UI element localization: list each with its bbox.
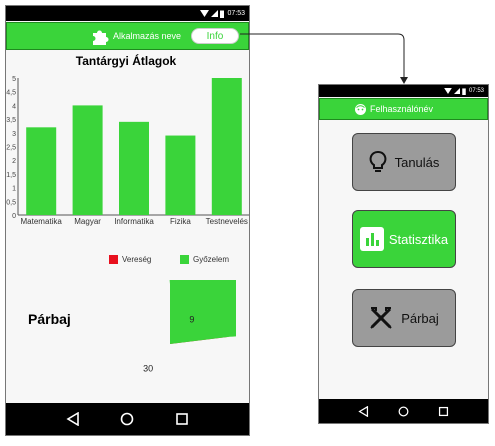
app-title: Alkalmazás neve	[113, 31, 182, 41]
y-tick-label: 4,5	[6, 90, 16, 97]
user-avatar-icon	[355, 104, 366, 115]
x-tick-label: Matematika	[21, 217, 63, 226]
y-tick-label: 2	[12, 158, 16, 165]
info-button[interactable]: Info	[191, 28, 239, 44]
pie-label: 30	[143, 364, 153, 374]
learn-button-label: Tanulás	[394, 154, 440, 170]
navigation-bar	[6, 403, 249, 435]
status-bar: 07:53	[6, 6, 249, 21]
crossed-swords-icon	[370, 307, 392, 329]
status-icons	[200, 10, 225, 18]
bar	[211, 78, 242, 215]
x-tick-label: Fizika	[170, 217, 191, 226]
statistics-button[interactable]: Statisztika	[352, 210, 456, 268]
averages-bar-chart: 0 0,5 1 1,5 2 2,5 3 3,5 4 4,5 5 Matematika Magyar Inf…	[6, 76, 249, 226]
y-tick-label: 0,5	[6, 199, 16, 206]
main-screen: 07:53 Alkalmazás neve Info Tantárgyi Átl…	[5, 5, 250, 436]
legend-win-swatch	[180, 255, 189, 264]
duel-section-title: Párbaj	[28, 311, 71, 327]
signal-icon	[453, 88, 460, 94]
app-bar: Alkalmazás neve Info	[6, 22, 249, 50]
legend-win: Győzelem	[180, 255, 229, 264]
legend-loss: Vereség	[109, 255, 151, 264]
duel-button-label: Párbaj	[401, 310, 439, 326]
y-tick-label: 3,5	[6, 117, 16, 124]
x-tick-label: Testnevelés	[206, 217, 248, 226]
statistics-button-label: Statisztika	[388, 231, 449, 247]
x-tick-label: Magyar	[74, 217, 101, 226]
y-tick-label: 4	[12, 103, 16, 110]
battery-icon	[220, 10, 225, 18]
y-tick-label: 0	[12, 213, 16, 220]
x-tick-label: Informatika	[114, 217, 154, 226]
user-name: Felhasználónév	[370, 104, 434, 114]
recents-icon[interactable]	[438, 406, 449, 417]
pie-slice	[169, 280, 236, 344]
learn-button[interactable]: Tanulás	[352, 133, 456, 191]
menu-status-bar: 07:53	[319, 85, 488, 97]
menu-status-time: 07:53	[468, 88, 484, 94]
bar	[165, 135, 196, 215]
y-tick-label: 1	[12, 186, 16, 193]
wifi-icon	[444, 88, 452, 94]
home-icon[interactable]	[120, 412, 134, 426]
bar	[26, 127, 57, 215]
duel-pie-chart: 9 30	[143, 280, 236, 374]
back-icon[interactable]	[66, 412, 80, 426]
legend-loss-swatch	[109, 255, 118, 264]
duel-button[interactable]: Párbaj	[352, 289, 456, 347]
info-button-label: Info	[206, 30, 224, 42]
y-tick-label: 5	[12, 76, 16, 83]
wifi-icon	[200, 10, 210, 17]
status-time: 07:53	[227, 10, 245, 17]
menu-screen: 07:53 Felhasználónév Tanulás Statisztika	[318, 84, 489, 424]
y-tick-label: 2,5	[6, 145, 16, 152]
recents-icon[interactable]	[175, 412, 189, 426]
bar-chart-icon	[359, 227, 384, 251]
y-tick-label: 1,5	[6, 172, 16, 179]
home-icon[interactable]	[398, 406, 409, 417]
pie-label: 9	[189, 314, 194, 324]
back-icon[interactable]	[358, 405, 369, 417]
legend-win-label: Győzelem	[193, 255, 230, 264]
user-bar: Felhasználónév	[319, 98, 488, 120]
menu-navigation-bar	[319, 399, 488, 423]
bar	[119, 121, 149, 215]
battery-icon	[462, 87, 466, 95]
legend-loss-label: Vereség	[122, 255, 152, 264]
puzzle-icon	[93, 30, 109, 45]
menu-status-icons	[444, 87, 466, 95]
bar	[72, 105, 103, 215]
signal-icon	[211, 10, 219, 17]
lightbulb-icon	[369, 151, 386, 172]
bar-chart-title: Tantárgyi Átlagok	[75, 54, 177, 68]
y-tick-label: 3	[12, 131, 16, 138]
